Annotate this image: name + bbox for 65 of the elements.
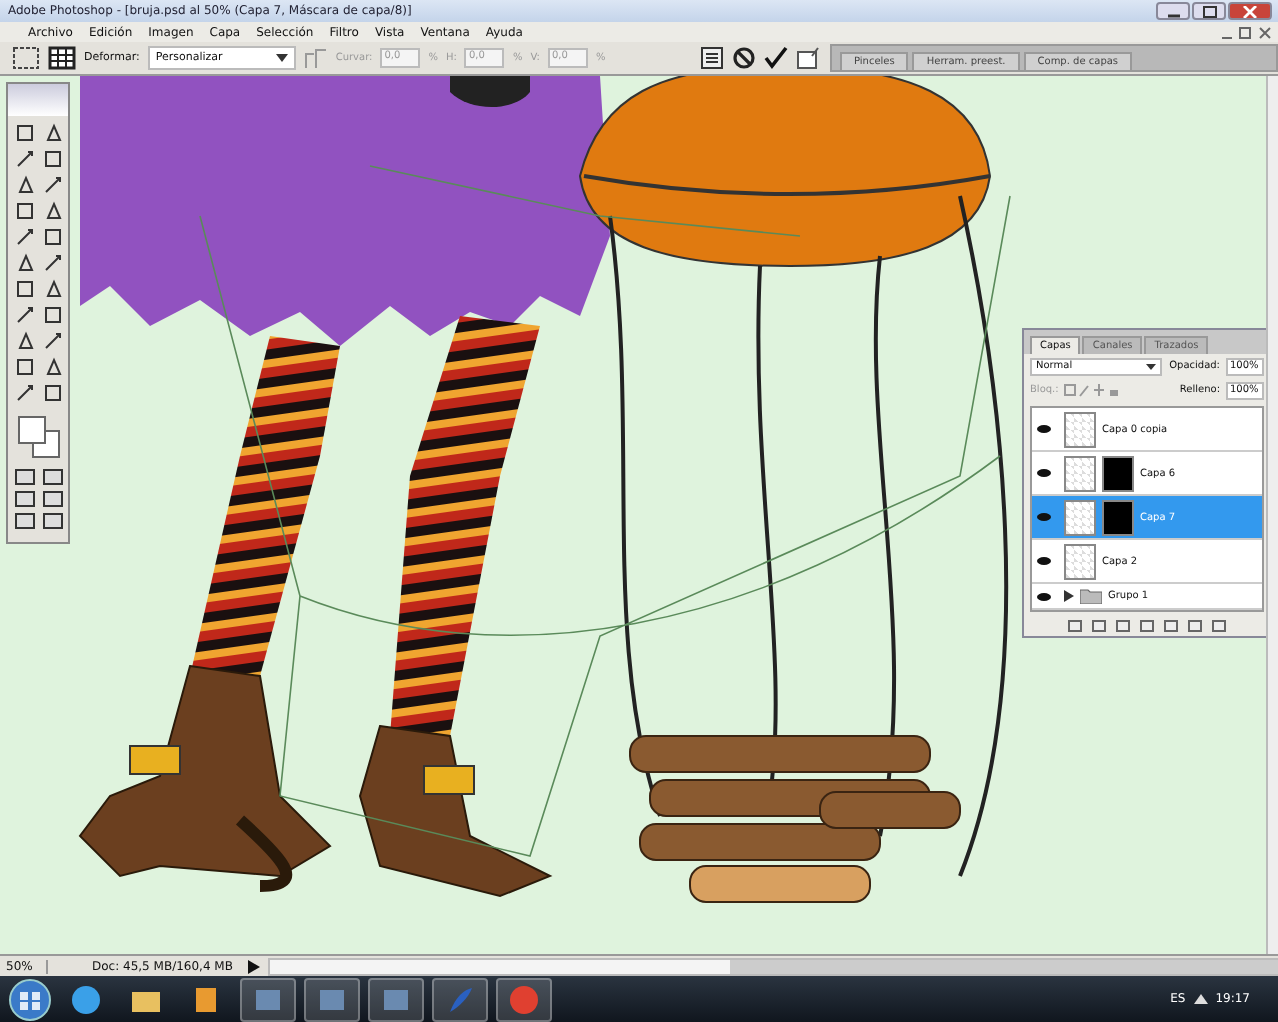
tool-icon[interactable]	[13, 122, 35, 144]
maximize-button[interactable]	[1192, 2, 1226, 20]
mode-icon[interactable]	[13, 468, 35, 486]
eye-icon[interactable]	[1036, 424, 1052, 434]
tool-icon[interactable]	[13, 356, 35, 378]
toolbox-header	[8, 84, 68, 116]
tool-icon[interactable]	[13, 382, 35, 404]
eye-icon[interactable]	[1036, 512, 1052, 522]
play-arrow-icon[interactable]	[248, 959, 261, 973]
layer-thumbnail	[1064, 411, 1096, 447]
mode-icon[interactable]	[13, 490, 35, 508]
cancel-icon[interactable]	[732, 46, 756, 70]
feather-taskbar-button[interactable]	[432, 977, 488, 1021]
tool-icon[interactable]	[41, 382, 63, 404]
expand-triangle-icon[interactable]	[1064, 590, 1074, 602]
tool-icon[interactable]	[41, 200, 63, 222]
tool-icon[interactable]	[41, 226, 63, 248]
tool-icon[interactable]	[13, 304, 35, 326]
tool-icon[interactable]	[13, 174, 35, 196]
tool-icon[interactable]	[41, 122, 63, 144]
circle-logo-icon	[508, 983, 540, 1015]
tool-icon[interactable]	[41, 252, 63, 274]
tool-icon[interactable]	[41, 148, 63, 170]
tool-icon[interactable]	[13, 330, 35, 352]
layer-thumbnail	[1064, 499, 1096, 535]
transform-tool-icon[interactable]	[12, 46, 40, 70]
document-controls-icon[interactable]	[1220, 25, 1272, 39]
mode-icon[interactable]	[41, 468, 63, 486]
tool-icon[interactable]	[13, 148, 35, 170]
eye-icon[interactable]	[1036, 556, 1052, 566]
mode-icon[interactable]	[41, 512, 63, 530]
tool-icon[interactable]	[41, 278, 63, 300]
layer-thumbnail	[1064, 455, 1096, 491]
tool-icon[interactable]	[13, 252, 35, 274]
close-icon	[1242, 5, 1258, 17]
folder-icon	[1080, 588, 1102, 604]
scroll-thumb[interactable]	[730, 959, 1278, 973]
close-button[interactable]	[1228, 2, 1272, 20]
minimize-button[interactable]	[1156, 2, 1190, 20]
palette-well-icon[interactable]	[796, 46, 822, 70]
maximize-icon	[1201, 5, 1217, 17]
mode-icon[interactable]	[41, 490, 63, 508]
caret-icon	[275, 54, 288, 62]
eye-icon[interactable]	[1036, 468, 1052, 478]
color-swatches-icon[interactable]	[14, 414, 62, 458]
tool-icon[interactable]	[41, 304, 63, 326]
circle-logo-taskbar-button[interactable]	[496, 977, 552, 1021]
horizontal-scrollbar[interactable]	[268, 957, 1278, 975]
tool-icon[interactable]	[41, 356, 63, 378]
caret-icon	[1146, 363, 1156, 369]
mode-icon[interactable]	[13, 512, 35, 530]
layer-thumbnail	[1064, 543, 1096, 579]
tool-icon[interactable]	[13, 278, 35, 300]
start-button[interactable]	[8, 977, 52, 1021]
tray-arrow-icon[interactable]	[1193, 994, 1208, 1004]
tool-icon[interactable]	[41, 330, 63, 352]
tool-icon[interactable]	[41, 174, 63, 196]
tool-icon[interactable]	[13, 200, 35, 222]
checkmark-icon[interactable]	[764, 46, 788, 70]
tool-icon[interactable]	[13, 226, 35, 248]
warp-grid-icon[interactable]	[48, 46, 76, 70]
eye-icon[interactable]	[1036, 591, 1052, 601]
warp-toggle-icon[interactable]	[700, 46, 724, 70]
feather-icon	[444, 983, 476, 1015]
vertical-scrollbar[interactable]	[1266, 76, 1278, 954]
